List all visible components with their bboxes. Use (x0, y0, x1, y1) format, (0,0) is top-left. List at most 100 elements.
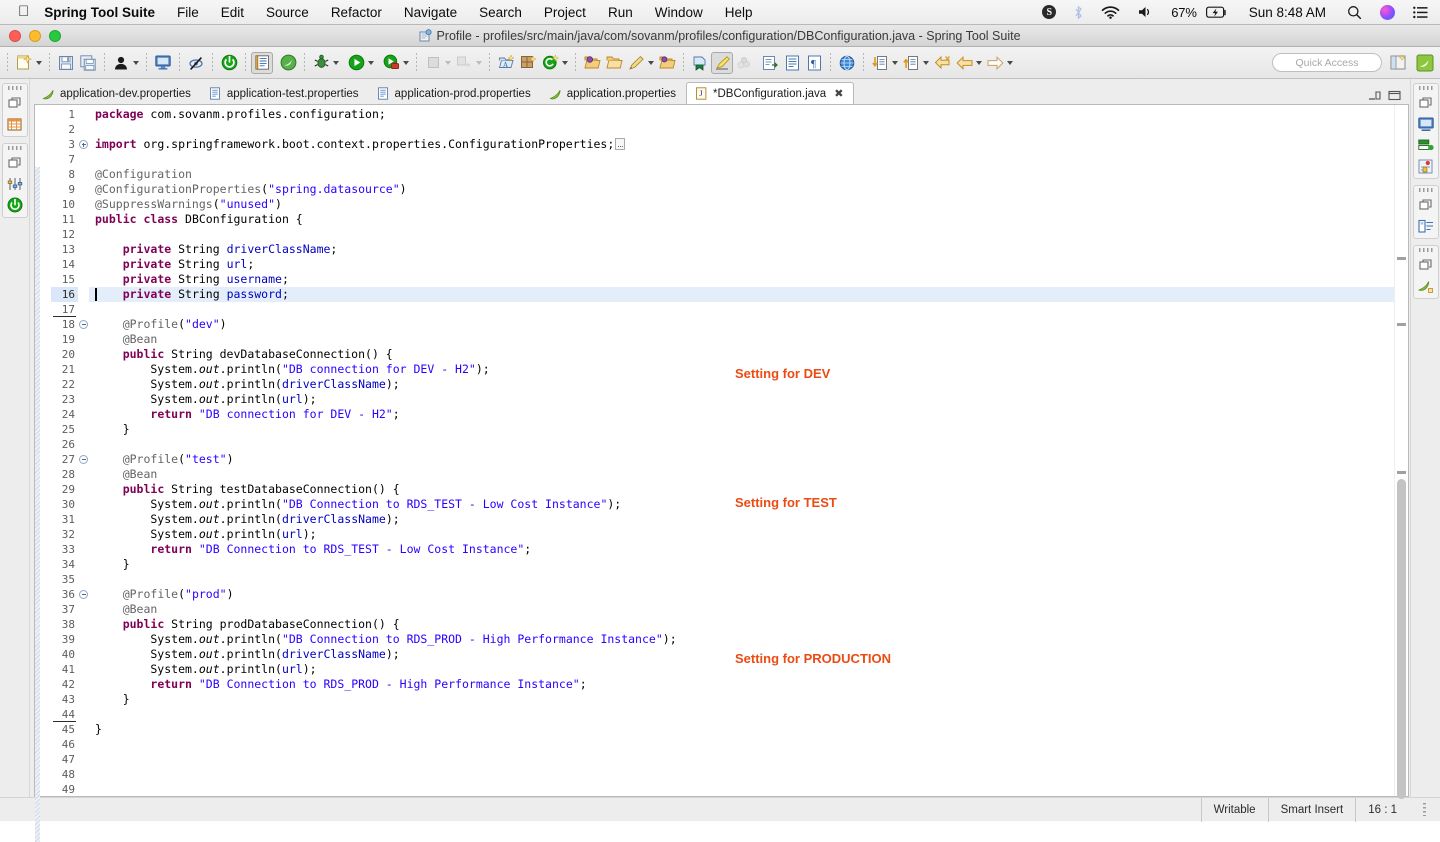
code-line[interactable]: @ConfigurationProperties("spring.datasou… (89, 182, 1394, 197)
package-explorer-icon[interactable] (6, 115, 24, 133)
collapsed-imports-box[interactable] (615, 138, 626, 150)
close-window-button[interactable] (9, 29, 21, 42)
editor-overview-ruler[interactable] (1394, 105, 1408, 799)
restart-button[interactable] (218, 52, 240, 74)
source-editor[interactable]: 1 2 3 7 8 9 10 11 12 13 14 15 16 17 18 19 20 21 22 23 24 25 26… (34, 104, 1409, 842)
code-line[interactable]: } (89, 692, 1394, 707)
notification-center-icon[interactable] (1404, 6, 1434, 19)
save-button[interactable] (55, 52, 77, 74)
editor-folding-ruler[interactable] (78, 105, 89, 796)
status-bar-resize-grip[interactable] (1423, 803, 1426, 816)
debug-dropdown-arrow[interactable] (333, 60, 339, 65)
editor-marker-gutter[interactable] (35, 105, 51, 842)
siri-icon[interactable] (1371, 4, 1404, 20)
code-line[interactable]: private String username; (89, 272, 1394, 287)
code-line[interactable] (89, 152, 1394, 167)
menu-run[interactable]: Run (597, 5, 644, 20)
highlight-button[interactable] (711, 51, 733, 74)
menu-bar-clock[interactable]: Sun 8:48 AM (1237, 5, 1338, 20)
server-status-icon[interactable] (6, 196, 24, 214)
maximize-icon[interactable] (1388, 90, 1401, 101)
open-type-button[interactable] (581, 52, 603, 74)
menu-help[interactable]: Help (714, 5, 764, 20)
code-line[interactable]: } (89, 722, 1394, 737)
step-button[interactable] (453, 52, 475, 74)
code-line[interactable] (89, 767, 1394, 782)
next-annotation-button[interactable] (869, 52, 891, 74)
new-annotation-button[interactable] (539, 52, 561, 74)
editor-tab-application-prod[interactable]: application-prod.properties (369, 83, 541, 104)
code-line[interactable]: @Profile("prod") (89, 587, 1394, 602)
volume-icon[interactable] (1129, 5, 1162, 19)
code-line[interactable]: System.out.println("DB Connection to RDS… (89, 632, 1394, 647)
code-line[interactable]: } (89, 422, 1394, 437)
menu-navigate[interactable]: Navigate (393, 5, 468, 20)
code-line[interactable]: import org.springframework.boot.context.… (89, 137, 1394, 152)
restore-icon[interactable] (1417, 256, 1435, 274)
menu-file[interactable]: File (166, 5, 210, 20)
minimize-window-button[interactable] (29, 29, 41, 42)
new-wizard-dropdown-arrow[interactable] (36, 60, 42, 65)
code-line[interactable]: return "DB Connection to RDS_TEST - Low … (89, 542, 1394, 557)
menu-source[interactable]: Source (255, 5, 320, 20)
forward-dropdown-arrow[interactable] (1007, 60, 1013, 65)
editor-tab-dbconfiguration[interactable]: J *DBConfiguration.java ✖ (686, 82, 855, 104)
stack-grip[interactable] (7, 146, 22, 150)
code-line[interactable]: @Bean (89, 332, 1394, 347)
boot-dashboard-dropdown-arrow[interactable] (133, 60, 139, 65)
stop-dropdown-arrow[interactable] (445, 60, 451, 65)
apple-logo-icon[interactable]:  (6, 4, 42, 21)
code-line[interactable]: public String devDatabaseConnection() { (89, 347, 1394, 362)
code-line[interactable]: private String driverClassName; (89, 242, 1394, 257)
code-line[interactable]: System.out.println(url); (89, 527, 1394, 542)
forward-button[interactable] (984, 52, 1006, 74)
code-line[interactable] (89, 782, 1394, 796)
code-line[interactable]: System.out.println(url); (89, 392, 1394, 407)
restore-icon[interactable] (6, 154, 24, 172)
minimize-icon[interactable] (1368, 90, 1381, 101)
show-whitespace-button[interactable]: ¶ (803, 52, 825, 74)
code-line[interactable]: } (89, 557, 1394, 572)
menu-refactor[interactable]: Refactor (320, 5, 393, 20)
menu-edit[interactable]: Edit (210, 5, 255, 20)
stack-grip[interactable] (1418, 188, 1433, 192)
restore-icon[interactable] (6, 94, 24, 112)
previous-annotation-dropdown-arrow[interactable] (923, 60, 929, 65)
code-line[interactable]: @SuppressWarnings("unused") (89, 197, 1394, 212)
menu-app-name[interactable]: Spring Tool Suite (42, 5, 166, 20)
open-resource-button[interactable] (603, 52, 625, 74)
code-line[interactable]: public String prodDatabaseConnection() { (89, 617, 1394, 632)
stack-grip[interactable] (1418, 86, 1433, 90)
run-dropdown-arrow[interactable] (368, 60, 374, 65)
code-line[interactable] (89, 752, 1394, 767)
export-button[interactable] (759, 52, 781, 74)
code-line[interactable]: @Profile("test") (89, 452, 1394, 467)
fold-expand-icon[interactable] (79, 140, 88, 149)
run-server-button[interactable] (380, 52, 402, 74)
fold-collapse-icon[interactable] (79, 455, 88, 464)
skip-breakpoints-button[interactable] (185, 52, 207, 74)
save-all-button[interactable] (77, 52, 99, 74)
edit-pencil-dropdown-arrow[interactable] (648, 60, 654, 65)
code-line[interactable]: @Configuration (89, 167, 1394, 182)
search-folder-button[interactable] (656, 52, 678, 74)
stack-grip[interactable] (1418, 248, 1433, 252)
editor-tab-application-properties[interactable]: application.properties (541, 83, 686, 104)
status-insert-mode[interactable]: Smart Insert (1267, 797, 1356, 822)
restore-icon[interactable] (1417, 94, 1435, 112)
code-line[interactable]: @Bean (89, 467, 1394, 482)
code-line[interactable] (89, 437, 1394, 452)
new-java-class-button[interactable] (517, 52, 539, 74)
scrollbar-thumb[interactable] (1397, 479, 1406, 799)
spring-perspective-button[interactable] (1414, 52, 1436, 74)
open-task-button[interactable] (251, 51, 273, 74)
battery-percent-label[interactable]: 67% (1162, 5, 1205, 20)
editor-tab-application-test[interactable]: application-test.properties (201, 83, 369, 104)
code-line[interactable] (89, 227, 1394, 242)
validate-button[interactable] (689, 52, 711, 74)
boot-dashboard-button[interactable] (110, 52, 132, 74)
editor-tab-application-dev[interactable]: application-dev.properties (34, 83, 201, 104)
new-wizard-button[interactable] (13, 52, 35, 74)
outline-icon[interactable] (1417, 217, 1435, 235)
code-line[interactable]: return "DB connection for DEV - H2"; (89, 407, 1394, 422)
